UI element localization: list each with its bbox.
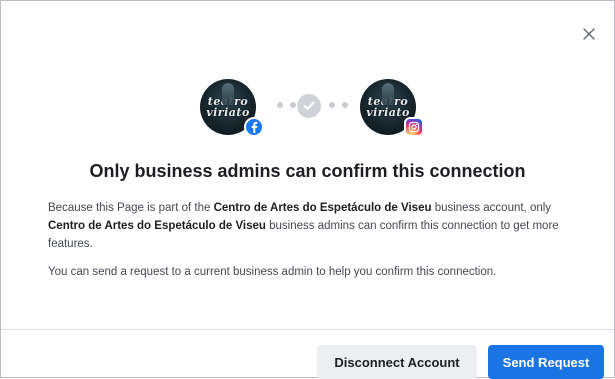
avatar-brand-line2: viriato bbox=[206, 106, 250, 119]
connector-dots-right bbox=[329, 102, 348, 108]
connector-dots-left bbox=[277, 102, 296, 108]
dialog-body: Because this Page is part of the Centro … bbox=[48, 199, 578, 291]
close-button[interactable] bbox=[578, 23, 600, 45]
avatar-brand-line2: viriato bbox=[366, 106, 410, 119]
business-name: Centro de Artes do Espetáculo de Viseu bbox=[213, 202, 432, 214]
instagram-icon bbox=[404, 117, 424, 137]
send-request-button[interactable]: Send Request bbox=[488, 345, 604, 379]
dialog-title: Only business admins can confirm this co… bbox=[89, 161, 526, 181]
explanation-paragraph: Because this Page is part of the Centro … bbox=[48, 202, 559, 250]
disconnect-account-button[interactable]: Disconnect Account bbox=[317, 345, 477, 379]
checkmark-icon bbox=[297, 94, 321, 118]
close-icon bbox=[583, 28, 595, 40]
business-name: Centro de Artes do Espetáculo de Viseu bbox=[48, 220, 266, 232]
account-connection-graphic: teatro viriato teatro viriato bbox=[1, 79, 614, 141]
dialog-footer: Disconnect Account Send Request bbox=[1, 329, 614, 379]
connection-dialog: teatro viriato teatro viriato bbox=[0, 0, 615, 379]
request-paragraph: You can send a request to a current busi… bbox=[48, 266, 497, 278]
facebook-icon bbox=[244, 117, 264, 137]
